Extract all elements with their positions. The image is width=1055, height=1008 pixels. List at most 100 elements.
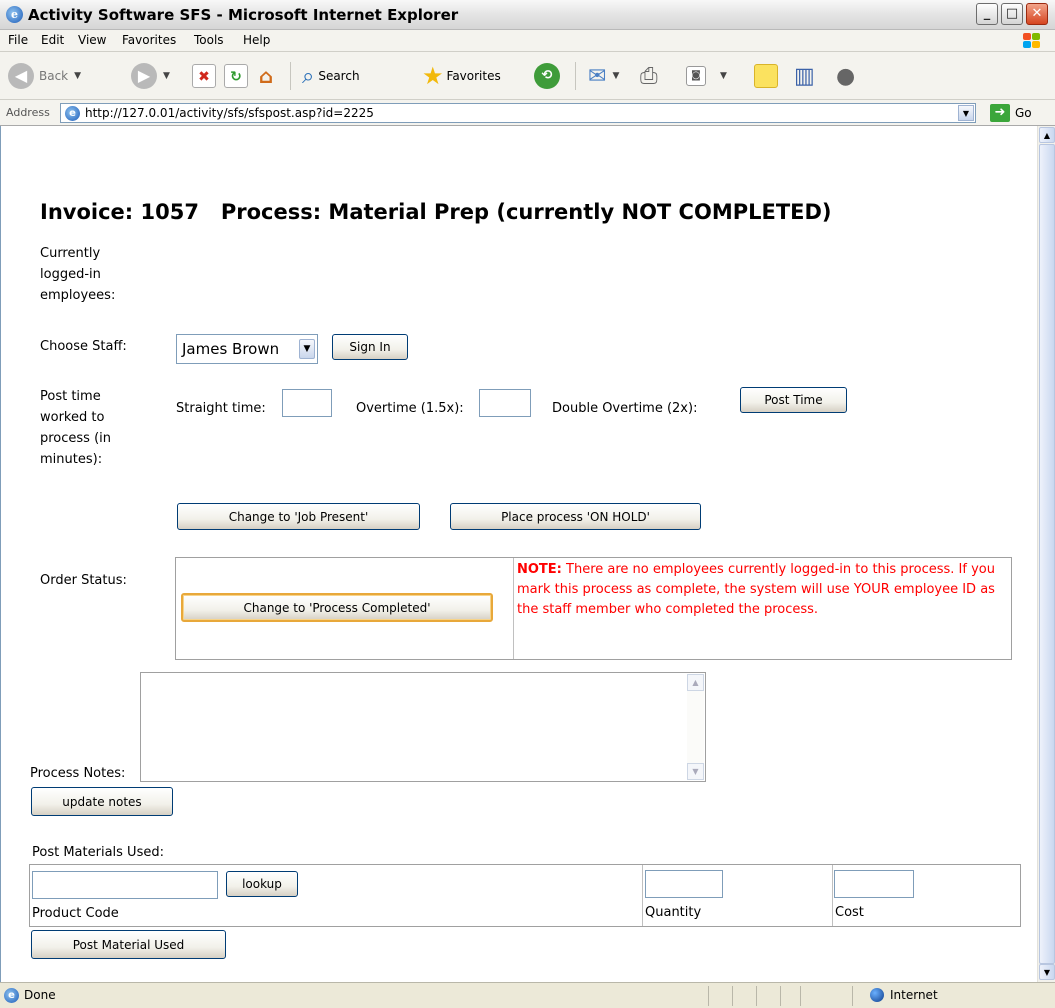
print-icon: ⎙ — [640, 63, 658, 89]
post-time-button[interactable]: Post Time — [740, 387, 847, 413]
menu-edit[interactable]: Edit — [41, 33, 64, 47]
search-label: Search — [318, 69, 360, 83]
update-notes-button[interactable]: update notes — [31, 787, 173, 816]
scroll-up-icon[interactable]: ▲ — [1039, 127, 1055, 143]
window-title: Activity Software SFS - Microsoft Intern… — [28, 6, 459, 24]
search-icon: ⌕ — [302, 63, 315, 89]
edit-page-icon: ◙ — [686, 66, 706, 86]
chevron-down-icon[interactable]: ▼ — [299, 339, 315, 359]
on-hold-button[interactable]: Place process 'ON HOLD' — [450, 503, 701, 530]
minimize-button[interactable]: _ — [976, 3, 998, 25]
edit-button[interactable]: ◙ ▼ — [686, 60, 727, 92]
process-completed-button[interactable]: Change to 'Process Completed' — [181, 593, 493, 622]
go-button[interactable]: ➜ Go — [990, 104, 1032, 122]
zone-text: Internet — [890, 988, 938, 1002]
scroll-thumb[interactable] — [1039, 144, 1055, 964]
order-status-label: Order Status: — [40, 573, 127, 588]
status-bar: e Done Internet — [0, 982, 1055, 1008]
product-code-input[interactable] — [32, 871, 218, 899]
favorites-button[interactable]: ★ Favorites — [422, 60, 501, 92]
choose-staff-label: Choose Staff: — [40, 339, 127, 354]
history-button[interactable]: ⟲ — [534, 60, 560, 92]
messenger-icon: ● — [836, 63, 856, 89]
overtime-label: Overtime (1.5x): — [356, 401, 464, 416]
address-label: Address — [6, 106, 50, 119]
post-material-used-button[interactable]: Post Material Used — [31, 930, 226, 959]
windows-logo-icon — [1023, 33, 1041, 49]
back-dropdown-icon[interactable]: ▼ — [74, 71, 81, 81]
staff-select[interactable]: James Brown ▼ — [176, 334, 318, 364]
scroll-down-icon[interactable]: ▼ — [1039, 964, 1055, 980]
cost-label: Cost — [835, 905, 864, 920]
address-dropdown-icon[interactable]: ▼ — [958, 105, 974, 121]
home-button[interactable]: ⌂ — [254, 60, 278, 92]
logged-in-label: Currently logged-in employees: — [40, 246, 116, 303]
discuss-button[interactable] — [754, 60, 778, 92]
favorites-star-icon: ★ — [422, 62, 444, 90]
page-title: Invoice: 1057 Process: Material Prep (cu… — [40, 200, 832, 224]
vertical-scrollbar[interactable]: ▲ ▼ — [1037, 126, 1055, 982]
process-notes-textarea[interactable]: ▲ ▼ — [140, 672, 706, 782]
security-zone: Internet — [870, 988, 938, 1002]
ie-logo-icon: e — [6, 6, 23, 23]
refresh-icon: ↻ — [224, 64, 248, 88]
staff-select-value: James Brown — [182, 340, 280, 358]
internet-globe-icon — [870, 988, 884, 1002]
stop-button[interactable]: ✖ — [192, 60, 216, 92]
address-bar: Address e http://127.0.01/activity/sfs/s… — [0, 100, 1055, 126]
history-icon: ⟲ — [534, 63, 560, 89]
home-icon: ⌂ — [258, 64, 274, 88]
toolbar: ◀ Back ▼ ▶ ▼ ✖ ↻ ⌂ ⌕ Search ★ Favorites … — [0, 52, 1055, 100]
menu-file[interactable]: File — [8, 33, 28, 47]
status-text: Done — [24, 988, 56, 1002]
close-button[interactable]: ✕ — [1026, 3, 1048, 25]
lookup-button[interactable]: lookup — [226, 871, 298, 897]
messenger-button[interactable]: ● — [836, 60, 855, 92]
address-field[interactable]: e http://127.0.01/activity/sfs/sfspost.a… — [60, 103, 976, 123]
double-overtime-label: Double Overtime (2x): — [552, 401, 698, 416]
back-button[interactable]: ◀ Back ▼ — [8, 60, 81, 92]
forward-arrow-icon: ▶ — [131, 63, 157, 89]
refresh-button[interactable]: ↻ — [224, 60, 248, 92]
menu-favorites[interactable]: Favorites — [122, 33, 176, 47]
post-time-label: Post time worked to process (in minutes)… — [40, 389, 112, 467]
product-code-label: Product Code — [32, 906, 119, 921]
favorites-label: Favorites — [446, 69, 501, 83]
address-url[interactable]: http://127.0.01/activity/sfs/sfspost.asp… — [85, 106, 374, 120]
menu-view[interactable]: View — [78, 33, 106, 47]
notes-scroll-up-icon[interactable]: ▲ — [687, 674, 704, 691]
sign-in-button[interactable]: Sign In — [332, 334, 408, 360]
forward-button[interactable]: ▶ ▼ — [131, 60, 170, 92]
menu-help[interactable]: Help — [243, 33, 270, 47]
edit-dropdown-icon[interactable]: ▼ — [720, 71, 727, 81]
mail-dropdown-icon[interactable]: ▼ — [612, 71, 619, 81]
go-arrow-icon: ➜ — [990, 104, 1010, 122]
go-label: Go — [1015, 106, 1032, 120]
notes-scrollbar[interactable]: ▲ ▼ — [687, 674, 704, 780]
ie-window: e Activity Software SFS - Microsoft Inte… — [0, 0, 1055, 1008]
process-notes-label: Process Notes: — [30, 766, 126, 781]
job-present-button[interactable]: Change to 'Job Present' — [177, 503, 420, 530]
maximize-button[interactable]: □ — [1001, 3, 1023, 25]
note-prefix: NOTE: — [517, 562, 562, 577]
notes-scroll-down-icon[interactable]: ▼ — [687, 763, 704, 780]
page-icon: e — [65, 106, 80, 121]
mail-button[interactable]: ✉ ▼ — [588, 60, 619, 92]
quantity-input[interactable] — [645, 870, 723, 898]
page-status-icon: e — [4, 988, 19, 1003]
research-button[interactable]: ▥ — [794, 60, 815, 92]
title-bar: e Activity Software SFS - Microsoft Inte… — [0, 0, 1055, 30]
overtime-input[interactable] — [479, 389, 531, 417]
menu-tools[interactable]: Tools — [194, 33, 224, 47]
straight-time-input[interactable] — [282, 389, 332, 417]
cost-input[interactable] — [834, 870, 914, 898]
search-button[interactable]: ⌕ Search — [302, 60, 360, 92]
research-icon: ▥ — [794, 63, 815, 89]
notes-icon — [754, 64, 778, 88]
print-button[interactable]: ⎙ — [640, 60, 658, 92]
post-materials-label: Post Materials Used: — [32, 845, 164, 860]
note-text: NOTE: There are no employees currently l… — [517, 560, 1011, 620]
back-label: Back — [39, 69, 69, 83]
forward-dropdown-icon[interactable]: ▼ — [163, 71, 170, 81]
quantity-label: Quantity — [645, 905, 702, 920]
